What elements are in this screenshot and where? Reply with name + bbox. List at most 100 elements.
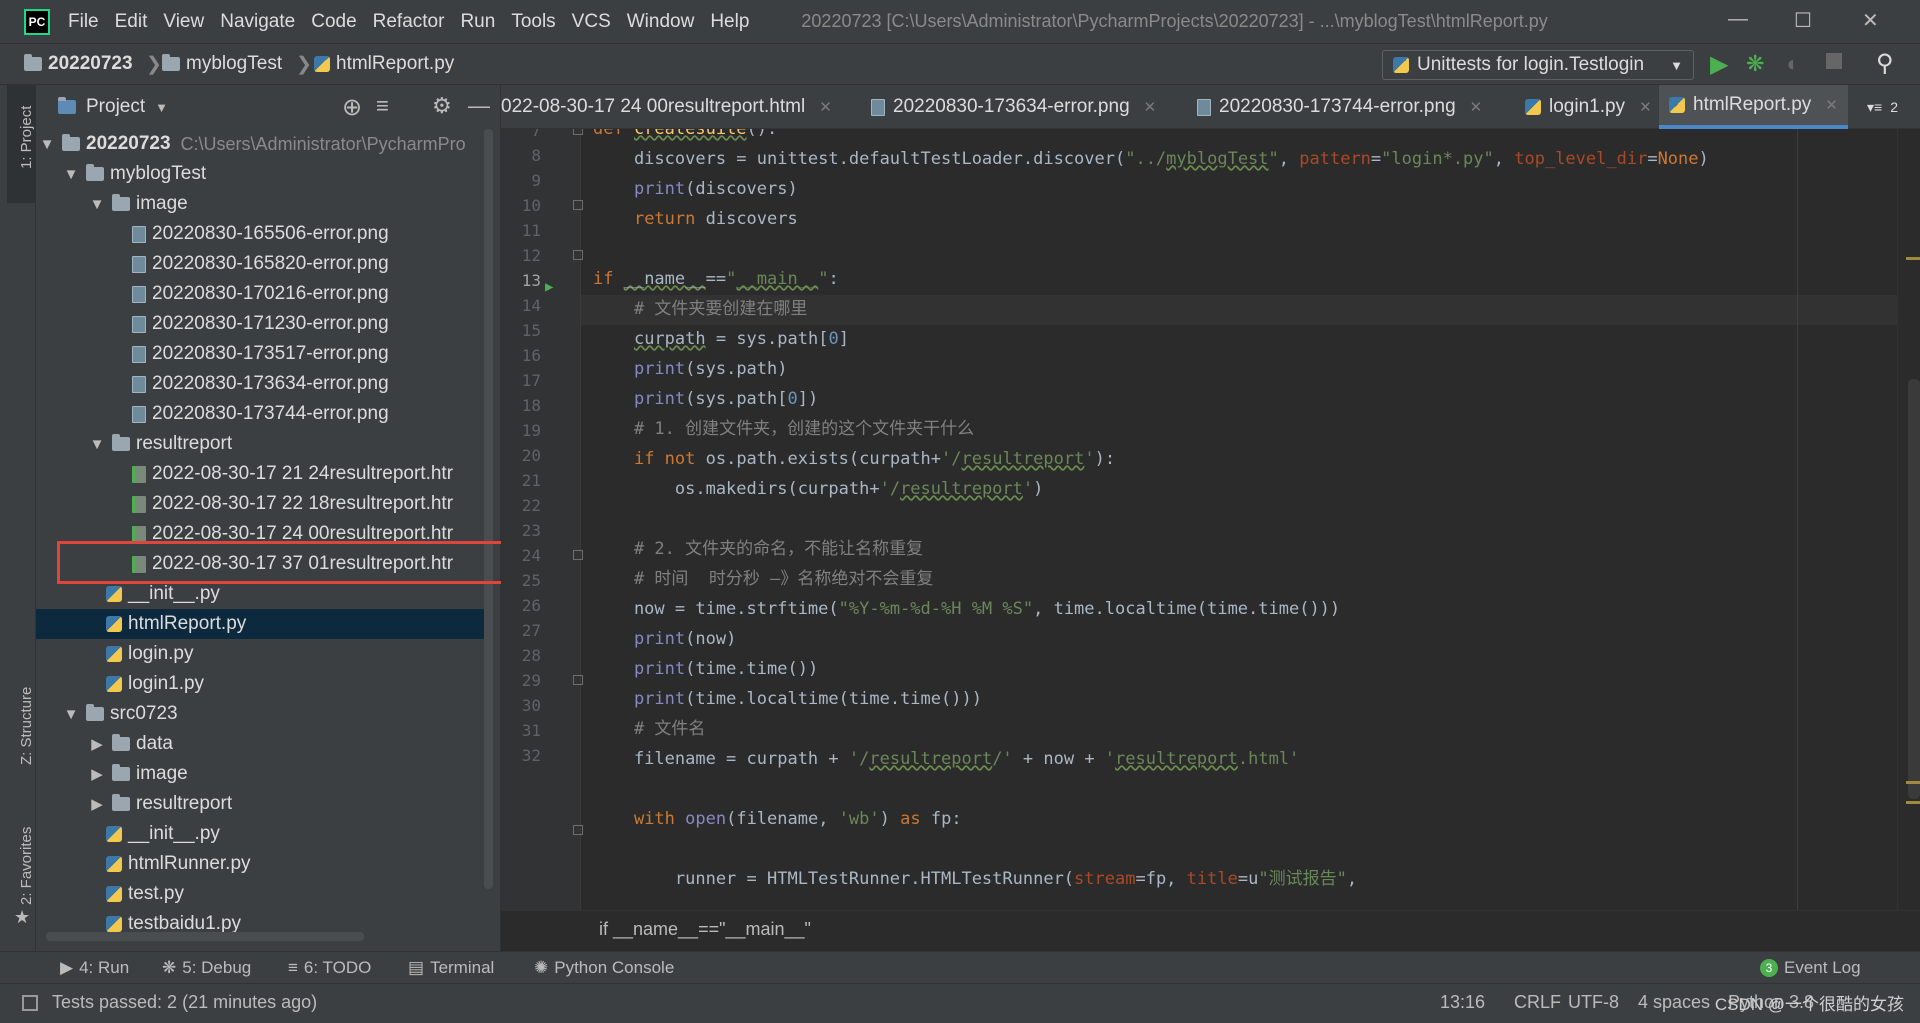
scrollbar-thumb[interactable] bbox=[1908, 379, 1920, 799]
expand-arrow-icon[interactable]: ▼ bbox=[60, 706, 82, 723]
stop-icon[interactable] bbox=[1826, 53, 1842, 69]
expand-arrow-icon[interactable]: ▶ bbox=[86, 765, 108, 783]
editor-scrollbar[interactable] bbox=[1897, 129, 1920, 910]
search-icon[interactable]: ⚲ bbox=[1876, 49, 1894, 78]
todo-tool-button[interactable]: ≡ 6: TODO bbox=[288, 958, 371, 978]
event-log-button[interactable]: 3 Event Log bbox=[1760, 958, 1861, 978]
run-icon[interactable]: ▶ bbox=[1710, 50, 1728, 79]
tab-login1[interactable]: login1.py ✕ bbox=[1525, 85, 1652, 129]
minimize-icon[interactable]: — bbox=[1728, 8, 1748, 31]
menu-tools[interactable]: Tools bbox=[511, 11, 555, 33]
close-icon[interactable]: ✕ bbox=[1144, 98, 1157, 116]
editor-breadcrumb[interactable]: if __name__=="__main__" bbox=[599, 919, 811, 940]
tree-item-file[interactable]: 20220830-165820-error.png bbox=[36, 249, 493, 279]
fold-icon[interactable] bbox=[573, 250, 583, 260]
menu-edit[interactable]: Edit bbox=[115, 11, 148, 33]
tree-item-folder[interactable]: ▼ src0723 bbox=[36, 699, 493, 729]
tab-overflow-button[interactable]: ▾≡ 2 bbox=[1867, 85, 1898, 129]
fold-icon[interactable] bbox=[573, 825, 583, 835]
menu-code[interactable]: Code bbox=[311, 11, 356, 33]
menu-window[interactable]: Window bbox=[627, 11, 695, 33]
close-icon[interactable]: ✕ bbox=[1639, 98, 1652, 116]
warning-marker[interactable] bbox=[1906, 801, 1920, 804]
tree-item-folder[interactable]: ▼ image bbox=[36, 189, 493, 219]
tab-error-png-2[interactable]: 20220830-173744-error.png ✕ bbox=[1197, 85, 1482, 129]
run-gutter-icon[interactable]: ▶ bbox=[545, 279, 553, 295]
file-encoding[interactable]: UTF-8 bbox=[1568, 992, 1619, 1013]
expand-arrow-icon[interactable]: ▼ bbox=[86, 436, 108, 453]
tree-item-file[interactable]: 2022-08-30-17 22 18resultreport.htr bbox=[36, 489, 493, 519]
menu-file[interactable]: File bbox=[68, 11, 99, 33]
close-window-icon[interactable]: ✕ bbox=[1862, 8, 1879, 33]
menu-vcs[interactable]: VCS bbox=[572, 11, 611, 33]
tree-item-file[interactable]: 20220830-173634-error.png bbox=[36, 369, 493, 399]
menu-navigate[interactable]: Navigate bbox=[220, 11, 295, 33]
indent-setting[interactable]: 4 spaces bbox=[1638, 992, 1710, 1013]
project-tool-label[interactable]: 1: Project bbox=[18, 106, 35, 169]
fold-icon[interactable] bbox=[573, 129, 583, 135]
breadcrumb-project[interactable]: 20220723 bbox=[24, 53, 133, 75]
fold-icon[interactable] bbox=[573, 550, 583, 560]
tab-htmlreport-active[interactable]: htmlReport.py ✕ bbox=[1659, 85, 1848, 129]
tree-item-file[interactable]: test.py bbox=[36, 879, 493, 909]
tree-item-file[interactable]: htmlRunner.py bbox=[36, 849, 493, 879]
tree-item-file[interactable]: login.py bbox=[36, 639, 493, 669]
tree-item-file[interactable]: 20220830-171230-error.png bbox=[36, 309, 493, 339]
tree-item-file-selected[interactable]: htmlReport.py bbox=[36, 609, 493, 639]
tab-error-png-1[interactable]: 20220830-173634-error.png ✕ bbox=[871, 85, 1156, 129]
collapse-all-icon[interactable]: ≡ bbox=[376, 93, 389, 119]
debug-tool-button[interactable]: ❋ 5: Debug bbox=[162, 958, 251, 978]
tree-item-file[interactable]: 2022-08-30-17 21 24resultreport.htr bbox=[36, 459, 493, 489]
tree-item-file[interactable]: __init__.py bbox=[36, 819, 493, 849]
run-configuration-dropdown[interactable]: Unittests for login.Testlogin ▼ bbox=[1382, 50, 1694, 80]
expand-arrow-icon[interactable]: ▼ bbox=[86, 196, 108, 213]
tree-item-folder[interactable]: ▶ image bbox=[36, 759, 493, 789]
breadcrumb-folder[interactable]: myblogTest bbox=[162, 53, 282, 75]
tree-item-folder[interactable]: ▼ myblogTest bbox=[36, 159, 493, 189]
tree-item-project-root[interactable]: ▼ 20220723 C:\Users\Administrator\Pychar… bbox=[36, 129, 493, 159]
code-editor[interactable]: 7 8 9 10 11 12 13 14 15 16 17 18 19 20 2… bbox=[501, 129, 1920, 910]
menu-view[interactable]: View bbox=[163, 11, 204, 33]
chevron-down-icon[interactable]: ▼ bbox=[155, 100, 168, 115]
expand-arrow-icon[interactable]: ▼ bbox=[36, 136, 58, 153]
fold-icon[interactable] bbox=[573, 200, 583, 210]
close-icon[interactable]: ✕ bbox=[819, 98, 832, 116]
structure-tool-label[interactable]: Z: Structure bbox=[18, 687, 35, 765]
tree-item-folder[interactable]: ▶ resultreport bbox=[36, 789, 493, 819]
project-view-title[interactable]: Project bbox=[86, 96, 145, 118]
debug-icon[interactable]: ❋ bbox=[1746, 51, 1764, 77]
tree-item-file[interactable]: 20220830-173744-error.png bbox=[36, 399, 493, 429]
hide-panel-icon[interactable]: — bbox=[468, 93, 490, 119]
warning-marker[interactable] bbox=[1906, 781, 1920, 784]
line-separator[interactable]: CRLF bbox=[1514, 992, 1561, 1013]
tool-window-toggle-icon[interactable] bbox=[22, 995, 38, 1011]
tree-item-file[interactable]: 20220830-173517-error.png bbox=[36, 339, 493, 369]
tree-item-file[interactable]: 20220830-165506-error.png bbox=[36, 219, 493, 249]
tab-html-report[interactable]: 022-08-30-17 24 00resultreport.html ✕ bbox=[501, 85, 832, 129]
menu-run[interactable]: Run bbox=[460, 11, 495, 33]
tree-item-folder[interactable]: ▶ data bbox=[36, 729, 493, 759]
menu-help[interactable]: Help bbox=[710, 11, 749, 33]
run-tool-button[interactable]: ▶ 4: Run bbox=[60, 958, 129, 978]
close-icon[interactable]: ✕ bbox=[1825, 96, 1838, 114]
gear-icon[interactable]: ⚙ bbox=[432, 93, 452, 119]
favorites-tool-label[interactable]: 2: Favorites bbox=[18, 827, 35, 905]
breadcrumb-file[interactable]: htmlReport.py bbox=[314, 53, 454, 75]
terminal-tool-button[interactable]: ▤ Terminal bbox=[408, 958, 494, 978]
locate-file-icon[interactable]: ⊕ bbox=[342, 93, 362, 122]
expand-arrow-icon[interactable]: ▼ bbox=[60, 166, 82, 183]
expand-arrow-icon[interactable]: ▶ bbox=[86, 735, 108, 753]
python-console-button[interactable]: ✺ Python Console bbox=[534, 958, 674, 978]
warning-marker[interactable] bbox=[1906, 257, 1920, 260]
status-message[interactable]: Tests passed: 2 (21 minutes ago) bbox=[52, 992, 317, 1013]
tree-scrollbar[interactable] bbox=[484, 129, 493, 889]
fold-icon[interactable] bbox=[573, 675, 583, 685]
menu-refactor[interactable]: Refactor bbox=[373, 11, 445, 33]
caret-position[interactable]: 13:16 bbox=[1440, 992, 1485, 1013]
coverage-icon[interactable]: ◖ bbox=[1784, 51, 1797, 77]
close-icon[interactable]: ✕ bbox=[1470, 98, 1483, 116]
tree-item-file[interactable]: login1.py bbox=[36, 669, 493, 699]
maximize-icon[interactable]: ☐ bbox=[1794, 8, 1812, 33]
tree-item-file[interactable]: 20220830-170216-error.png bbox=[36, 279, 493, 309]
tree-item-folder[interactable]: ▼ resultreport bbox=[36, 429, 493, 459]
